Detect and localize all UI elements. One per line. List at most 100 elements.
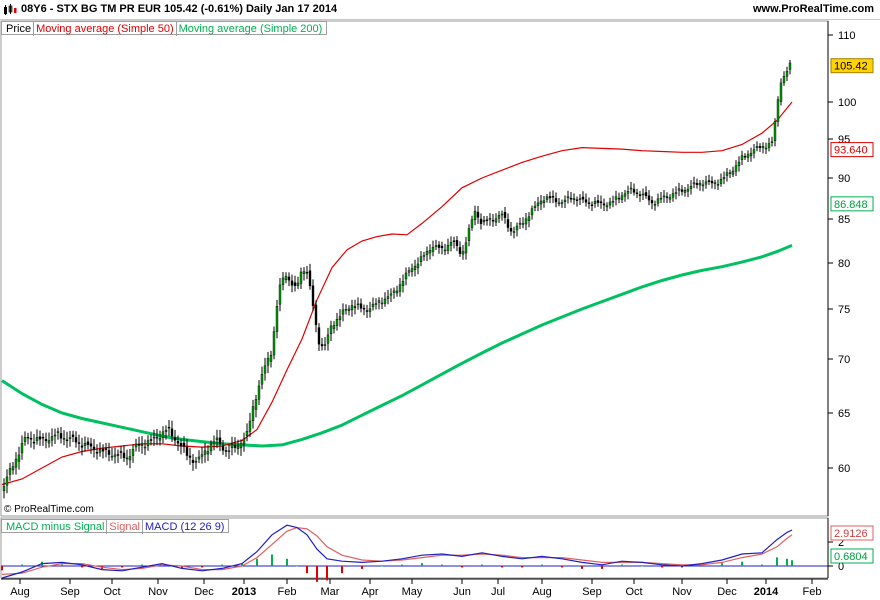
candle-body bbox=[485, 219, 489, 221]
legend-signal[interactable]: Signal bbox=[107, 520, 143, 534]
macd-histogram-bar bbox=[481, 564, 483, 566]
candle-body bbox=[539, 200, 543, 205]
macd-histogram-bar bbox=[776, 557, 778, 566]
signal-value-label: 0.6804 bbox=[834, 551, 868, 563]
candle-body bbox=[215, 437, 219, 441]
candle-body bbox=[161, 431, 165, 438]
y-tick-label: 80 bbox=[838, 258, 850, 270]
candle-body bbox=[743, 156, 747, 158]
candle-body bbox=[80, 445, 84, 448]
candle-body bbox=[2, 486, 6, 492]
candle-body bbox=[197, 456, 201, 460]
candle-body bbox=[428, 250, 432, 254]
y-tick-label: 70 bbox=[838, 354, 850, 366]
candle-body bbox=[653, 204, 657, 206]
candle-body bbox=[143, 446, 147, 449]
candle-body bbox=[611, 201, 615, 203]
candle-body bbox=[257, 385, 261, 400]
candle-body bbox=[419, 256, 423, 262]
candle-body bbox=[65, 439, 69, 442]
candle-body bbox=[617, 197, 621, 200]
candle-body bbox=[272, 331, 276, 356]
candle-body bbox=[629, 187, 633, 190]
macd-histogram-bar bbox=[256, 558, 258, 566]
candle-body bbox=[209, 444, 213, 452]
macd-histogram-bar bbox=[401, 564, 403, 566]
candle-body bbox=[506, 219, 510, 228]
candle-body bbox=[62, 438, 66, 440]
candle-body bbox=[398, 284, 402, 292]
candle-body bbox=[47, 440, 51, 444]
candle-body bbox=[716, 184, 720, 186]
candle-body bbox=[107, 450, 111, 455]
macd-histogram-bar bbox=[761, 564, 763, 566]
candle-body bbox=[266, 358, 270, 366]
candle-body bbox=[182, 442, 186, 447]
x-tick-label: Apr bbox=[361, 586, 378, 598]
legend-macd[interactable]: MACD (12 26 9) bbox=[143, 520, 226, 534]
legend-macd-hist[interactable]: MACD minus Signal bbox=[4, 520, 108, 534]
legend-ma50[interactable]: Moving average (Simple 50) bbox=[34, 22, 177, 36]
candle-body bbox=[500, 213, 504, 216]
candle-body bbox=[137, 443, 141, 446]
chart-header: 08Y6 - STX BG TM PR EUR 105.42 (-0.61%) … bbox=[0, 0, 880, 20]
candle-body bbox=[584, 199, 588, 203]
candle-body bbox=[179, 443, 183, 447]
candle-body bbox=[194, 460, 198, 463]
macd-histogram-bar bbox=[316, 566, 318, 582]
candle-body bbox=[497, 215, 501, 219]
candle-body bbox=[410, 268, 414, 272]
macd-histogram-bar bbox=[661, 566, 663, 568]
candle-body bbox=[263, 365, 267, 374]
macd-histogram-bar bbox=[361, 566, 363, 569]
candle-body bbox=[104, 448, 108, 450]
candle-body bbox=[725, 172, 729, 176]
candle-body bbox=[644, 192, 648, 197]
candle-body bbox=[134, 443, 138, 448]
candle-body bbox=[776, 99, 780, 122]
legend-ma200[interactable]: Moving average (Simple 200) bbox=[177, 22, 325, 36]
candle-body bbox=[20, 443, 24, 454]
candle-body bbox=[719, 179, 723, 184]
candle-body bbox=[236, 446, 240, 449]
macd-histogram-bar bbox=[601, 566, 603, 569]
macd-histogram-bar bbox=[21, 564, 23, 566]
candle-body bbox=[476, 211, 480, 218]
candle-body bbox=[623, 193, 627, 197]
legend-price[interactable]: Price bbox=[4, 22, 35, 36]
candle-body bbox=[518, 222, 522, 225]
candle-body bbox=[248, 420, 252, 432]
candle-body bbox=[314, 304, 318, 325]
macd-histogram-bar bbox=[121, 566, 123, 568]
candle-body bbox=[587, 202, 591, 204]
y-tick-label: 100 bbox=[838, 97, 856, 109]
candle-body bbox=[641, 193, 645, 196]
candle-body bbox=[323, 344, 327, 346]
candle-body bbox=[14, 458, 18, 468]
candle-body bbox=[590, 204, 594, 206]
candle-body bbox=[749, 152, 753, 157]
candle-body bbox=[461, 251, 465, 255]
candle-body bbox=[437, 244, 441, 248]
candle-body bbox=[491, 219, 495, 222]
candle-body bbox=[392, 290, 396, 293]
candle-body bbox=[50, 436, 54, 441]
candle-body bbox=[233, 444, 237, 448]
candle-body bbox=[704, 181, 708, 185]
site-url[interactable]: www.ProRealTime.com bbox=[753, 3, 874, 15]
candle-body bbox=[779, 82, 783, 102]
candle-body bbox=[413, 265, 417, 270]
candle-body bbox=[146, 440, 150, 447]
candle-body bbox=[656, 198, 660, 204]
candle-body bbox=[83, 442, 87, 447]
candle-body bbox=[446, 245, 450, 251]
candle-body bbox=[515, 225, 519, 231]
macd-histogram-bar bbox=[641, 566, 643, 567]
candle-body bbox=[770, 141, 774, 143]
macd-histogram-bar bbox=[81, 566, 83, 568]
candle-body bbox=[335, 319, 339, 326]
candle-body bbox=[503, 212, 507, 218]
candle-body bbox=[758, 146, 762, 148]
candle-body bbox=[473, 210, 477, 221]
candle-body bbox=[689, 185, 693, 189]
